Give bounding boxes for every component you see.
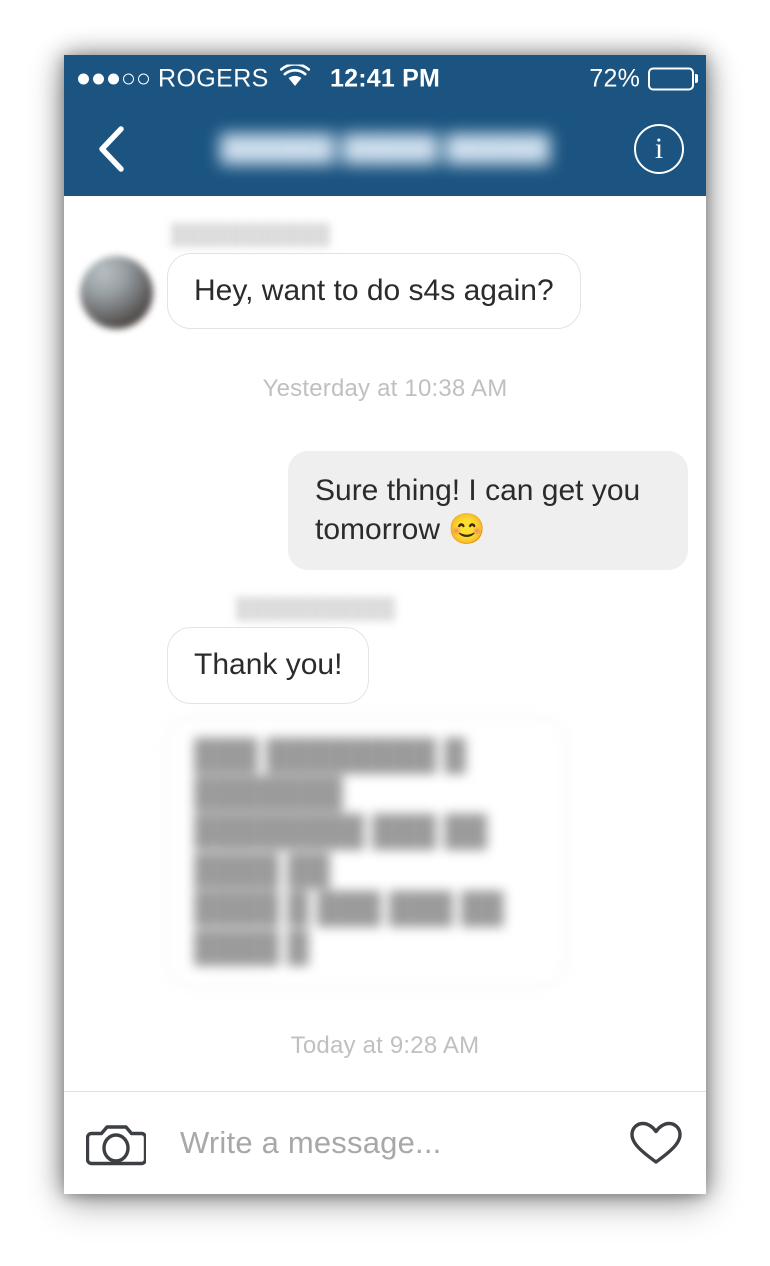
back-chevron-icon[interactable] [90,123,134,175]
message-row-incoming-redacted: ███ ████████ █ ███████ ████████ ███ ██ █… [64,717,706,986]
message-bubble-outgoing[interactable]: Sure thing! I can get you tomorrow 😊 [288,451,688,571]
battery-percentage-label: 72% [589,64,640,92]
message-input[interactable]: Write a message... [180,1125,628,1161]
avatar[interactable] [80,256,153,330]
message-row-outgoing: Sure thing! I can get you tomorrow 😊 [64,451,706,571]
message-sender-name: ███████████ [171,224,331,246]
heart-icon[interactable] [628,1118,684,1168]
screenshot-canvas: ROGERS 12:41 PM 72% ██████ █████ █████ i… [0,0,770,1266]
redacted-line: ████ █ ███ ███ ██ ████ █ [194,892,504,964]
message-bubble-incoming[interactable]: Hey, want to do s4s again? [167,253,581,330]
navigation-bar: ██████ █████ ████████ i [64,102,706,196]
message-sender-name: ███████████ [236,598,396,621]
info-icon[interactable]: i [634,124,684,174]
redacted-line: ████████ ███ ██ ████ ██ [194,815,487,887]
timestamp-divider: Yesterday at 10:38 AM [262,375,508,403]
conversation-title[interactable]: ██████ █████ ████████ [220,134,550,165]
phone-screen: ROGERS 12:41 PM 72% ██████ █████ █████ i… [64,55,706,1194]
status-bar: ROGERS 12:41 PM 72% [64,55,706,102]
redacted-line: ███ ████████ █ ███████ [194,738,466,810]
message-row-incoming: Thank you! [64,627,706,704]
message-bubble-incoming[interactable]: Thank you! [167,627,370,704]
timestamp-divider: Today at 9:28 AM [290,1031,480,1059]
message-bubble-redacted[interactable]: ███ ████████ █ ███████ ████████ ███ ██ █… [167,717,567,986]
status-bar-right: 72% [589,64,698,93]
battery-icon [648,67,698,90]
message-row-incoming: Hey, want to do s4s again? [64,253,706,330]
message-composer: Write a message... [64,1091,706,1194]
camera-icon[interactable] [86,1118,146,1168]
message-thread[interactable]: ███████████ Hey, want to do s4s again? Y… [64,196,706,1091]
